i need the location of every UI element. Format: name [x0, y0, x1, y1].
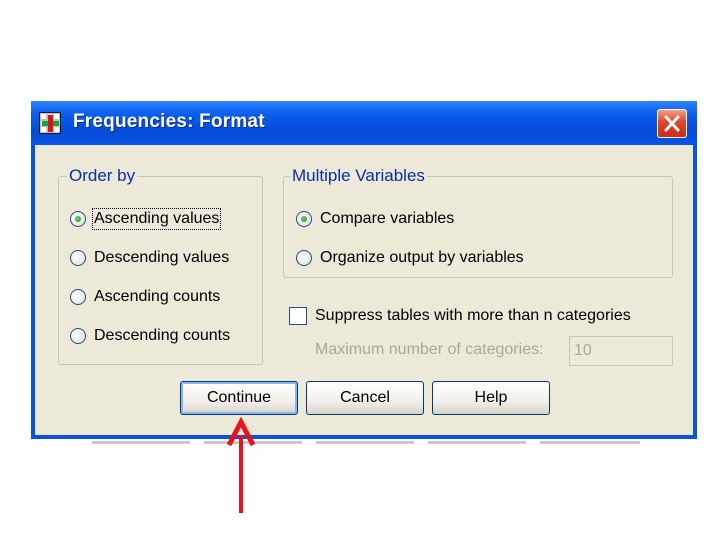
suppress-tables-label[interactable]: Suppress tables with more than n categor…	[315, 307, 631, 325]
radio-ascending-values[interactable]: Ascending values	[70, 208, 222, 230]
window-title: Frequencies: Format	[73, 111, 265, 132]
radio-button-icon[interactable]	[296, 211, 312, 227]
cancel-button[interactable]: Cancel	[306, 381, 424, 415]
radio-button-icon[interactable]	[70, 289, 86, 305]
order-by-legend: Order by	[67, 166, 138, 186]
radio-descending-values[interactable]: Descending values	[70, 247, 229, 269]
up-arrow-icon	[226, 416, 256, 513]
radio-label: Organize output by variables	[320, 249, 524, 266]
help-button[interactable]: Help	[432, 381, 550, 415]
multiple-variables-legend: Multiple Variables	[290, 166, 427, 186]
suppress-tables-checkbox[interactable]	[289, 307, 307, 325]
radio-label: Descending values	[94, 249, 230, 266]
close-x-icon	[664, 115, 680, 132]
radio-button-icon[interactable]	[296, 250, 312, 266]
radio-organize-output[interactable]: Organize output by variables	[296, 247, 524, 269]
cancel-label: Cancel	[340, 389, 390, 406]
radio-label: Ascending counts	[94, 288, 221, 305]
max-categories-label: Maximum number of categories:	[315, 341, 544, 358]
close-button[interactable]	[657, 109, 687, 138]
radio-button-icon[interactable]	[70, 211, 86, 227]
radio-label: Ascending values	[91, 208, 222, 230]
dialog-window: Frequencies: Format Order by Ascending v…	[31, 101, 697, 439]
max-categories-input[interactable]: 10	[569, 336, 673, 366]
radio-compare-variables[interactable]: Compare variables	[296, 208, 454, 230]
radio-button-icon[interactable]	[70, 328, 86, 344]
spss-grid-icon	[39, 112, 61, 134]
continue-button[interactable]: Continue	[180, 381, 298, 415]
radio-label: Descending counts	[94, 327, 231, 344]
help-label: Help	[474, 389, 508, 406]
radio-descending-counts[interactable]: Descending counts	[70, 325, 230, 347]
radio-ascending-counts[interactable]: Ascending counts	[70, 286, 220, 308]
radio-button-icon[interactable]	[70, 250, 86, 266]
continue-label: Continue	[206, 389, 272, 406]
dialog-client-area: Order by Ascending values Descending val…	[35, 145, 693, 435]
radio-label: Compare variables	[320, 210, 455, 227]
title-bar[interactable]: Frequencies: Format	[31, 101, 697, 145]
